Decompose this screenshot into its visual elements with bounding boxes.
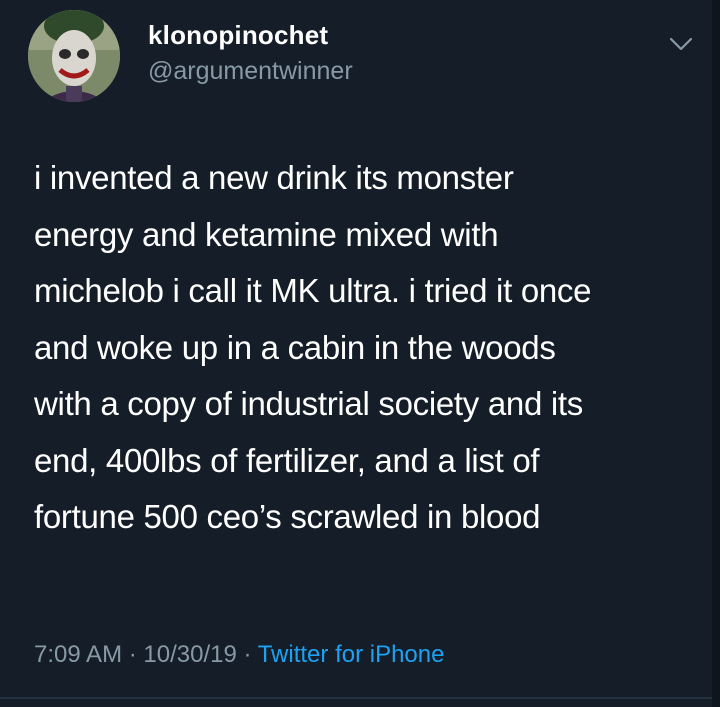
meta-separator: · [236,641,258,668]
display-name[interactable]: klonopinochet [148,18,353,52]
tweet-card: klonopinochet @argumentwinner i invented… [0,0,720,707]
tweet-text-line: michelob i call it MK ultra. i tried it … [34,272,592,309]
avatar[interactable] [28,10,120,102]
tweet-text-line: and woke up in a cabin in the woods [34,328,556,366]
tweet-date[interactable]: 10/30/19 [143,641,236,668]
tweet-text-line: i invented a new drink its monster [34,159,514,196]
meta-separator: · [122,641,144,668]
user-handle[interactable]: @argumentwinner [148,54,353,88]
tweet-metadata: 7:09 AM · 10/30/19 · Twitter for iPhone [34,637,444,673]
frame-edge [712,0,720,707]
chevron-down-icon[interactable] [668,34,694,54]
user-names: klonopinochet @argumentwinner [148,18,353,88]
divider [0,697,720,699]
tweet-text-line: energy and ketamine mixed with [34,215,499,253]
tweet-source-link[interactable]: Twitter for iPhone [258,641,445,668]
avatar-image [28,10,120,102]
tweet-text-line: with a copy of industrial society and it… [34,385,583,422]
tweet-text-line: fortune 500 ceo’s scrawled in blood [34,498,541,535]
tweet-text-line: end, 400lbs of fertilizer, and a list of [34,441,540,479]
tweet-header: klonopinochet @argumentwinner [28,10,700,102]
tweet-text: i invented a new drink its monster energ… [34,150,704,546]
tweet-time[interactable]: 7:09 AM [34,641,122,668]
